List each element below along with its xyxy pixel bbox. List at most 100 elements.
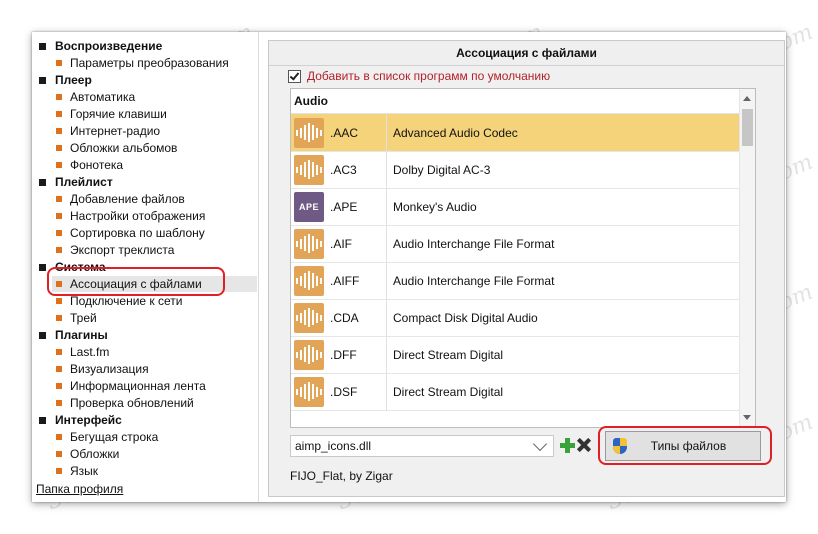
tree-item-update-check[interactable]: Проверка обновлений xyxy=(56,395,194,411)
tree-item-label: Добавление файлов xyxy=(70,192,185,206)
tree-item-adding-files[interactable]: Добавление файлов xyxy=(56,191,185,207)
tree-item-automation[interactable]: Автоматика xyxy=(56,89,135,105)
bullet-icon xyxy=(56,196,62,202)
add-icon[interactable] xyxy=(560,438,575,453)
scrollbar-thumb[interactable] xyxy=(742,109,753,146)
bullet-icon xyxy=(56,128,62,134)
tree-item-label: Фонотека xyxy=(70,158,124,172)
tree-item-label: Экспорт треклиста xyxy=(70,243,175,257)
tree-group-playlist[interactable]: Плейлист xyxy=(39,174,113,190)
tree-item-tracklist-export[interactable]: Экспорт треклиста xyxy=(56,242,174,258)
tree-item-label: Информационная лента xyxy=(70,379,206,393)
file-extension: .AAC xyxy=(330,125,359,140)
tree-item-hotkeys[interactable]: Горячие клавиши xyxy=(56,106,167,122)
tree-item-label: Бегущая строка xyxy=(70,430,159,444)
tree-item-tray[interactable]: Трей xyxy=(56,310,97,326)
file-extension: .CDA xyxy=(330,310,359,325)
tree-group-plugins[interactable]: Плагины xyxy=(39,327,108,343)
scroll-up-arrow-icon[interactable] xyxy=(743,96,751,101)
tree-item-label: Last.fm xyxy=(70,345,110,359)
group-marker-icon xyxy=(39,178,46,186)
group-marker-icon xyxy=(39,416,46,424)
scroll-down-arrow-icon[interactable] xyxy=(743,415,751,420)
file-extension: .APE xyxy=(330,199,358,214)
bullet-icon xyxy=(56,213,62,219)
tree-item-label: Обложки альбомов xyxy=(70,141,178,155)
file-type-row[interactable]: .CDA Compact Disk Digital Audio xyxy=(291,299,740,337)
default-programs-checkbox[interactable]: Добавить в список программ по умолчанию xyxy=(288,69,550,83)
audio-wave-icon xyxy=(294,265,324,296)
tree-item-language[interactable]: Язык xyxy=(56,463,98,479)
bullet-icon xyxy=(56,400,62,406)
file-type-description: Advanced Audio Codec xyxy=(393,125,518,140)
audio-wave-icon xyxy=(294,154,324,185)
list-scrollbar[interactable] xyxy=(739,89,755,427)
highlight-outline xyxy=(598,426,772,465)
audio-wave-icon xyxy=(294,302,324,333)
bullet-icon xyxy=(56,366,62,372)
tree-item-label: Сортировка по шаблону xyxy=(70,226,205,240)
tree-item-album-covers[interactable]: Обложки альбомов xyxy=(56,140,177,156)
file-type-row[interactable]: .AIFF Audio Interchange File Format xyxy=(291,262,740,300)
file-type-row[interactable]: .AIF Audio Interchange File Format xyxy=(291,225,740,263)
file-type-description: Direct Stream Digital xyxy=(393,384,504,399)
group-marker-icon xyxy=(39,263,46,271)
tree-group-label: Плеер xyxy=(55,73,92,87)
tree-item-display-settings[interactable]: Настройки отображения xyxy=(56,208,205,224)
file-type-description: Direct Stream Digital xyxy=(393,347,504,362)
bullet-icon xyxy=(56,162,62,168)
file-type-row[interactable]: .AC3 Dolby Digital AC-3 xyxy=(291,151,740,189)
tree-item-info-feed[interactable]: Информационная лента xyxy=(56,378,206,394)
file-type-description: Dolby Digital AC-3 xyxy=(393,162,491,177)
file-extension: .DSF xyxy=(330,384,358,399)
tree-item-label: Настройки отображения xyxy=(70,209,206,223)
checkbox-label: Добавить в список программ по умолчанию xyxy=(307,69,551,83)
remove-icon[interactable] xyxy=(576,437,592,453)
tree-item-label: Параметры преобразования xyxy=(70,56,229,70)
bullet-icon xyxy=(56,349,62,355)
tree-item-skins[interactable]: Обложки xyxy=(56,446,119,462)
tree-item-conversion-settings[interactable]: Параметры преобразования xyxy=(56,55,229,71)
tree-group-player[interactable]: Плеер xyxy=(39,72,92,88)
tree-group-label: Плагины xyxy=(55,328,108,342)
tree-item-label: Трей xyxy=(70,311,97,325)
file-type-description: Audio Interchange File Format xyxy=(393,236,555,251)
list-category-header: Audio xyxy=(291,89,755,114)
tree-item-ticker[interactable]: Бегущая строка xyxy=(56,429,158,445)
highlight-outline xyxy=(47,267,225,296)
tree-item-label: Обложки xyxy=(70,447,120,461)
file-type-row[interactable]: .DFF Direct Stream Digital xyxy=(291,336,740,374)
bullet-icon xyxy=(56,145,62,151)
icon-set-author: FIJO_Flat, by Zigar xyxy=(290,469,393,483)
file-extension: .AIF xyxy=(330,236,353,251)
file-type-row[interactable]: .AAC Advanced Audio Codec xyxy=(291,114,740,152)
bullet-icon xyxy=(56,383,62,389)
group-marker-icon xyxy=(39,76,46,84)
icon-set-value: aimp_icons.dll xyxy=(295,439,372,453)
file-type-description: Compact Disk Digital Audio xyxy=(393,310,538,325)
group-marker-icon xyxy=(39,42,46,50)
tree-group-label: Плейлист xyxy=(55,175,113,189)
file-type-description: Audio Interchange File Format xyxy=(393,273,555,288)
audio-wave-icon xyxy=(294,339,324,370)
tree-item-visualization[interactable]: Визуализация xyxy=(56,361,149,377)
file-type-list[interactable]: Audio .AAC Advanced Audio Codec .AC3 Dolby … xyxy=(290,88,756,428)
tree-item-template-sorting[interactable]: Сортировка по шаблону xyxy=(56,225,205,241)
tree-group-interface[interactable]: Интерфейс xyxy=(39,412,122,428)
group-marker-icon xyxy=(39,331,46,339)
ape-format-icon: APE xyxy=(294,191,324,222)
icon-set-dropdown[interactable]: aimp_icons.dll xyxy=(290,435,554,457)
tree-group-playback[interactable]: Воспроизведение xyxy=(39,38,162,54)
audio-wave-icon xyxy=(294,376,324,407)
profile-folder-link[interactable]: Папка профиля xyxy=(36,482,123,496)
tree-item-library[interactable]: Фонотека xyxy=(56,157,123,173)
chevron-down-icon[interactable] xyxy=(532,436,548,451)
bullet-icon xyxy=(56,60,62,66)
tree-item-label: Автоматика xyxy=(70,90,136,104)
file-type-row[interactable]: APE .APE Monkey's Audio xyxy=(291,188,740,226)
file-type-row[interactable]: .DSF Direct Stream Digital xyxy=(291,373,740,411)
tree-group-label: Интерфейс xyxy=(55,413,122,427)
tree-item-internet-radio[interactable]: Интернет-радио xyxy=(56,123,160,139)
tree-item-lastfm[interactable]: Last.fm xyxy=(56,344,109,360)
checkbox-checked-icon[interactable] xyxy=(288,69,301,83)
